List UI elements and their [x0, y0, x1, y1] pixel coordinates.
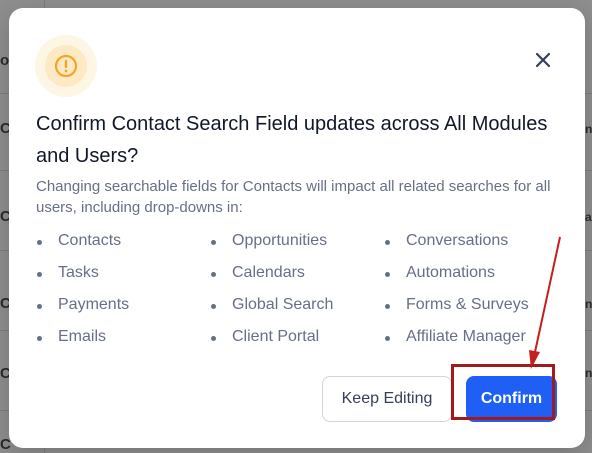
background-cell: o	[0, 52, 10, 69]
list-item: Affiliate Manager	[384, 328, 526, 346]
background-cell: ac	[585, 210, 592, 224]
close-button[interactable]	[531, 48, 555, 72]
list-item: Emails	[36, 328, 106, 346]
keep-editing-button[interactable]: Keep Editing	[322, 376, 452, 422]
list-item: Conversations	[384, 232, 508, 250]
list-item: Forms & Surveys	[384, 296, 529, 314]
warning-circle-icon	[54, 54, 78, 78]
close-icon	[535, 52, 551, 68]
list-item: Client Portal	[210, 328, 319, 346]
list-item: Tasks	[36, 264, 99, 282]
list-item: Payments	[36, 296, 129, 314]
background-cell: nt	[585, 122, 592, 136]
list-item: Calendars	[210, 264, 305, 282]
list-item: Opportunities	[210, 232, 327, 250]
confirm-button[interactable]: Confirm	[466, 376, 557, 422]
warning-icon-badge	[35, 35, 97, 97]
dialog-description: Changing searchable fields for Contacts …	[36, 178, 551, 216]
background-cell: nt	[585, 297, 592, 311]
list-item: Automations	[384, 264, 495, 282]
background-cell: nt	[585, 366, 592, 380]
confirm-dialog: Confirm Contact Search Field updates acr…	[9, 8, 585, 448]
list-item: Global Search	[210, 296, 333, 314]
dialog-title: Confirm Contact Search Field updates acr…	[36, 113, 548, 167]
list-item: Contacts	[36, 232, 121, 250]
